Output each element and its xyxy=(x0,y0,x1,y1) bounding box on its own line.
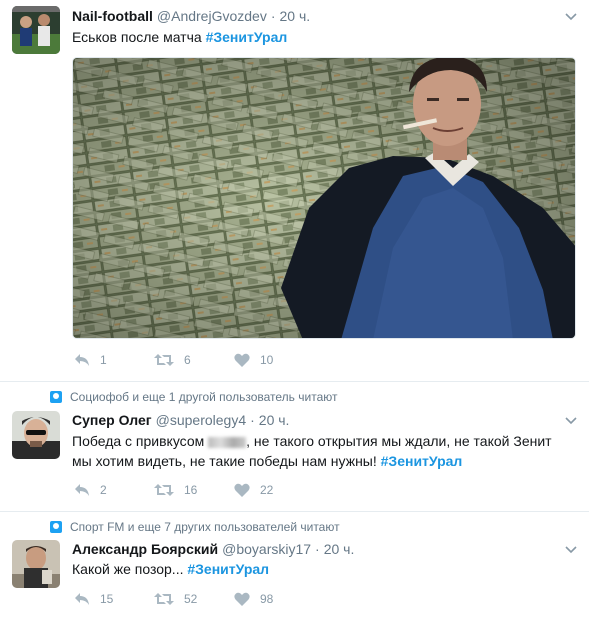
chevron-down-icon[interactable] xyxy=(565,10,577,22)
avatar[interactable] xyxy=(12,540,60,588)
fullname[interactable]: Супер Олег xyxy=(72,412,152,428)
chevron-down-icon[interactable] xyxy=(565,414,577,426)
username[interactable]: @AndrejGvozdev xyxy=(157,8,267,24)
reply-count: 15 xyxy=(100,592,114,606)
hashtag-link[interactable]: #ЗенитУрал xyxy=(381,453,463,469)
reply-count: 1 xyxy=(100,353,107,367)
reply-button[interactable]: 1 xyxy=(74,353,154,367)
context-text: Социофоб и еще 1 другой пользователь чит… xyxy=(70,390,338,404)
timestamp[interactable]: 20 ч. xyxy=(324,541,355,557)
username[interactable]: @boyarskiy17 xyxy=(222,541,311,557)
tweet[interactable]: Социофоб и еще 1 другой пользователь чит… xyxy=(0,382,589,512)
retweet-count: 16 xyxy=(184,483,198,497)
tweet-text-body: Победа с привкусом xyxy=(72,433,209,449)
follow-context-icon xyxy=(50,521,62,533)
censored-word xyxy=(208,436,247,448)
retweet-count: 52 xyxy=(184,592,198,606)
separator-dot: · xyxy=(315,541,320,557)
reply-button[interactable]: 15 xyxy=(74,592,154,606)
separator-dot: · xyxy=(250,412,255,428)
tweet[interactable]: Спорт FM и еще 7 других пользователей чи… xyxy=(0,512,589,627)
retweet-icon xyxy=(154,484,174,496)
follow-context-icon xyxy=(50,391,62,403)
reply-button[interactable]: 2 xyxy=(74,483,154,497)
tweet[interactable]: Nail-football @AndrejGvozdev · 20 ч. Есь… xyxy=(0,0,589,382)
timestamp[interactable]: 20 ч. xyxy=(259,412,290,428)
tweet-text: Какой же позор... #ЗенитУрал xyxy=(72,559,572,579)
reply-icon xyxy=(75,354,89,366)
fullname[interactable]: Александр Боярский xyxy=(72,541,218,557)
retweet-button[interactable]: 6 xyxy=(154,353,234,367)
like-icon xyxy=(234,353,250,367)
retweet-button[interactable]: 52 xyxy=(154,592,234,606)
like-count: 22 xyxy=(260,483,274,497)
tweet-header: Nail-football @AndrejGvozdev · 20 ч. xyxy=(72,8,310,24)
retweet-icon xyxy=(154,593,174,605)
chevron-down-icon[interactable] xyxy=(565,543,577,555)
like-icon xyxy=(234,592,250,606)
like-icon xyxy=(234,483,250,497)
tweet-text-body: Какой же позор... xyxy=(72,561,188,577)
hashtag-link[interactable]: #ЗенитУрал xyxy=(187,561,269,577)
tweet-header: Супер Олег @superolegy4 · 20 ч. xyxy=(72,412,289,428)
retweet-icon xyxy=(154,354,174,366)
separator-dot: · xyxy=(270,8,276,24)
reply-icon xyxy=(75,484,89,496)
tweet-actions: 1 6 10 xyxy=(74,353,314,367)
reply-icon xyxy=(75,593,89,605)
follow-context[interactable]: Спорт FM и еще 7 других пользователей чи… xyxy=(50,520,340,534)
tweet-actions: 15 52 98 xyxy=(74,592,314,606)
like-button[interactable]: 10 xyxy=(234,353,314,367)
avatar[interactable] xyxy=(12,6,60,54)
reply-count: 2 xyxy=(100,483,107,497)
like-button[interactable]: 98 xyxy=(234,592,314,606)
retweet-count: 6 xyxy=(184,353,191,367)
tweet-text-body: Еськов после матча xyxy=(72,29,202,45)
tweet-header: Александр Боярский @boyarskiy17 · 20 ч. xyxy=(72,541,354,557)
like-count: 98 xyxy=(260,592,274,606)
hashtag-link[interactable]: #ЗенитУрал xyxy=(206,29,288,45)
avatar[interactable] xyxy=(12,411,60,459)
timestamp[interactable]: 20 ч. xyxy=(280,8,311,24)
tweet-text: Еськов после матча #ЗенитУрал xyxy=(72,27,572,47)
follow-context[interactable]: Социофоб и еще 1 другой пользователь чит… xyxy=(50,390,337,404)
like-count: 10 xyxy=(260,353,274,367)
context-text: Спорт FM и еще 7 других пользователей чи… xyxy=(70,520,340,534)
tweet-photo[interactable] xyxy=(72,57,576,339)
tweet-actions: 2 16 22 xyxy=(74,483,314,497)
tweet-text: Победа с привкусом , не такого открытия … xyxy=(72,431,572,471)
fullname[interactable]: Nail-football xyxy=(72,8,153,24)
username[interactable]: @superolegy4 xyxy=(156,412,247,428)
like-button[interactable]: 22 xyxy=(234,483,314,497)
retweet-button[interactable]: 16 xyxy=(154,483,234,497)
